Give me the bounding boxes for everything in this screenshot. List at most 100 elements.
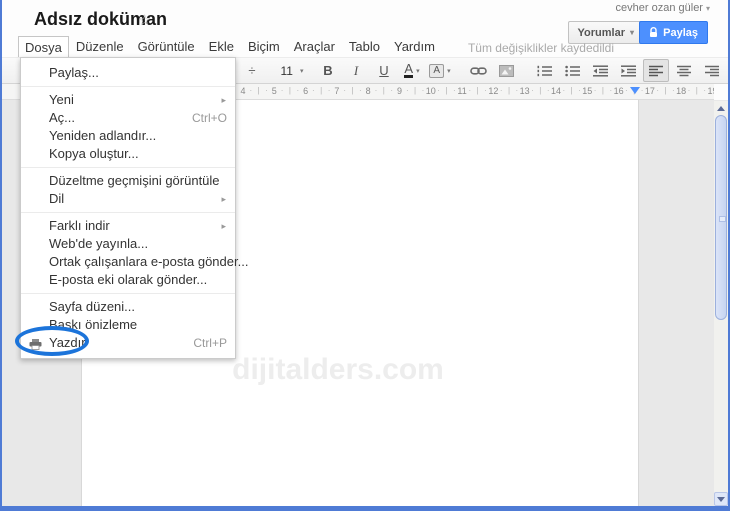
header: Adsız doküman ☆ cevher ozan güler ▾ Yorum… — [2, 0, 728, 44]
lock-icon — [650, 27, 658, 37]
align-right-button[interactable] — [699, 59, 725, 82]
menu-item-revision-history[interactable]: Düzeltme geçmişini görüntüle — [21, 172, 235, 190]
google-docs-window: Adsız doküman ☆ cevher ozan güler ▾ Yorum… — [0, 0, 730, 511]
menu-item-label: E-posta eki olarak gönder... — [49, 272, 208, 287]
menu-item-email-collaborators[interactable]: Ortak çalışanlara e-posta gönder... — [21, 253, 248, 271]
print-highlight-ellipse — [15, 326, 89, 356]
ruler-tick: · — [249, 86, 253, 95]
ruler-tick: · — [499, 86, 503, 95]
ruler-tick: · — [437, 86, 440, 95]
ruler-number: 18 — [676, 86, 687, 96]
menubar-item-file[interactable]: Dosya — [18, 36, 69, 59]
menu-separator — [21, 86, 235, 87]
partial-glyph: ÷ — [248, 63, 256, 78]
menu-separator — [21, 212, 235, 213]
align-left-button[interactable] — [643, 59, 669, 82]
text-color-button[interactable]: A ▾ — [399, 59, 425, 82]
menu-item-label: Farklı indir — [49, 218, 110, 233]
ruler-tick: | — [664, 86, 667, 95]
ruler-tick: | — [507, 86, 511, 95]
menubar-item-format[interactable]: Biçim — [241, 36, 287, 59]
bold-icon: B — [323, 63, 333, 78]
submenu-arrow-icon: ▸ — [221, 95, 226, 105]
partial-toolbar-icon[interactable]: ÷ — [239, 59, 265, 82]
ruler-tick: | — [351, 86, 354, 95]
menu-item-label: Kopya oluştur... — [49, 146, 139, 161]
highlight-color-icon: A — [429, 63, 445, 78]
menubar-item-view[interactable]: Görüntüle — [131, 36, 202, 59]
font-size-value: 11 — [280, 63, 293, 78]
menu-item-download-as[interactable]: Farklı indir ▸ — [21, 217, 235, 235]
menu-item-new[interactable]: Yeni ▸ — [21, 91, 235, 109]
bulleted-list-button[interactable] — [559, 59, 585, 82]
ruler-tick: · — [593, 86, 597, 95]
ruler-tick: | — [695, 86, 698, 95]
italic-button[interactable]: I — [343, 59, 369, 82]
align-center-icon — [677, 65, 691, 76]
menu-item-label: Yeni — [49, 92, 74, 107]
ruler-tick: · — [672, 86, 675, 95]
menu-item-email-as-attachment[interactable]: E-posta eki olarak gönder... — [21, 271, 235, 289]
user-menu[interactable]: cevher ozan güler ▾ — [616, 2, 710, 14]
window-border-left — [0, 0, 2, 511]
scroll-down-button[interactable] — [714, 492, 728, 506]
ruler-tick: | — [414, 86, 417, 95]
ruler-tick: · — [656, 86, 660, 95]
scrollbar-grip-icon — [719, 216, 726, 222]
menu-item-open[interactable]: Aç... Ctrl+O — [21, 109, 235, 127]
chevron-down-icon: ▾ — [416, 67, 420, 75]
ruler-number: 15 — [582, 86, 593, 96]
ruler-number: 13 — [519, 86, 530, 96]
increase-indent-icon — [620, 64, 636, 77]
menu-item-publish-to-web[interactable]: Web'de yayınla... — [21, 235, 235, 253]
decrease-indent-button[interactable] — [587, 59, 613, 82]
menubar-item-edit[interactable]: Düzenle — [69, 36, 131, 59]
chevron-down-icon: ▾ — [299, 67, 304, 75]
numbered-list-button[interactable] — [531, 59, 557, 82]
menu-item-language[interactable]: Dil ▸ — [21, 190, 235, 208]
menu-item-rename[interactable]: Yeniden adlandır... — [21, 127, 235, 145]
menu-item-label: Paylaş... — [49, 65, 99, 80]
menubar: Dosya Düzenle Görüntüle Ekle Biçim Araçlar Tab… — [2, 36, 728, 59]
scroll-up-button[interactable] — [714, 101, 728, 115]
ruler-tick: · — [484, 86, 487, 95]
bulleted-list-icon — [564, 65, 580, 76]
star-icon[interactable]: ☆ — [138, 11, 151, 29]
file-menu-dropdown: Paylaş... Yeni ▸ Aç... Ctrl+O Yeniden adlandı… — [20, 57, 248, 359]
scrollbar-thumb[interactable] — [715, 115, 727, 320]
ruler-indent-marker[interactable] — [630, 87, 640, 94]
menu-item-page-setup[interactable]: Sayfa düzeni... — [21, 298, 235, 316]
increase-indent-button[interactable] — [615, 59, 641, 82]
ruler-tick: · — [546, 86, 550, 95]
insert-link-button[interactable] — [465, 59, 491, 82]
menu-item-share[interactable]: Paylaş... — [21, 64, 235, 82]
ruler-tick: | — [539, 86, 542, 95]
align-center-button[interactable] — [671, 59, 697, 82]
user-name: cevher ozan güler — [615, 2, 703, 14]
ruler-tick: · — [578, 86, 581, 95]
ruler-tick: · — [562, 86, 566, 95]
menu-item-label: Dil — [49, 191, 65, 206]
ruler-tick: | — [257, 86, 260, 95]
menubar-item-help[interactable]: Yardım — [387, 36, 442, 59]
align-right-icon — [705, 65, 719, 76]
menu-item-make-copy[interactable]: Kopya oluştur... — [21, 145, 235, 163]
menu-separator — [21, 167, 235, 168]
ruler-tick: | — [320, 86, 323, 95]
submenu-arrow-icon: ▸ — [221, 194, 226, 204]
vertical-scrollbar[interactable] — [714, 101, 728, 506]
bold-button[interactable]: B — [315, 59, 341, 82]
image-icon — [498, 64, 514, 77]
link-icon — [469, 66, 487, 75]
menubar-item-tools[interactable]: Araçlar — [287, 36, 342, 59]
underline-button[interactable]: U — [371, 59, 397, 82]
ruler-number: 9 — [396, 86, 403, 96]
insert-image-button[interactable] — [493, 59, 519, 82]
submenu-arrow-icon: ▸ — [221, 221, 226, 231]
menubar-item-table[interactable]: Tablo — [342, 36, 387, 59]
ruler-tick: | — [445, 86, 448, 95]
font-size-dropdown[interactable]: 11 ▾ — [277, 59, 304, 82]
menubar-item-insert[interactable]: Ekle — [202, 36, 241, 59]
numbered-list-icon — [537, 65, 552, 76]
highlight-color-button[interactable]: A ▾ — [427, 59, 453, 82]
